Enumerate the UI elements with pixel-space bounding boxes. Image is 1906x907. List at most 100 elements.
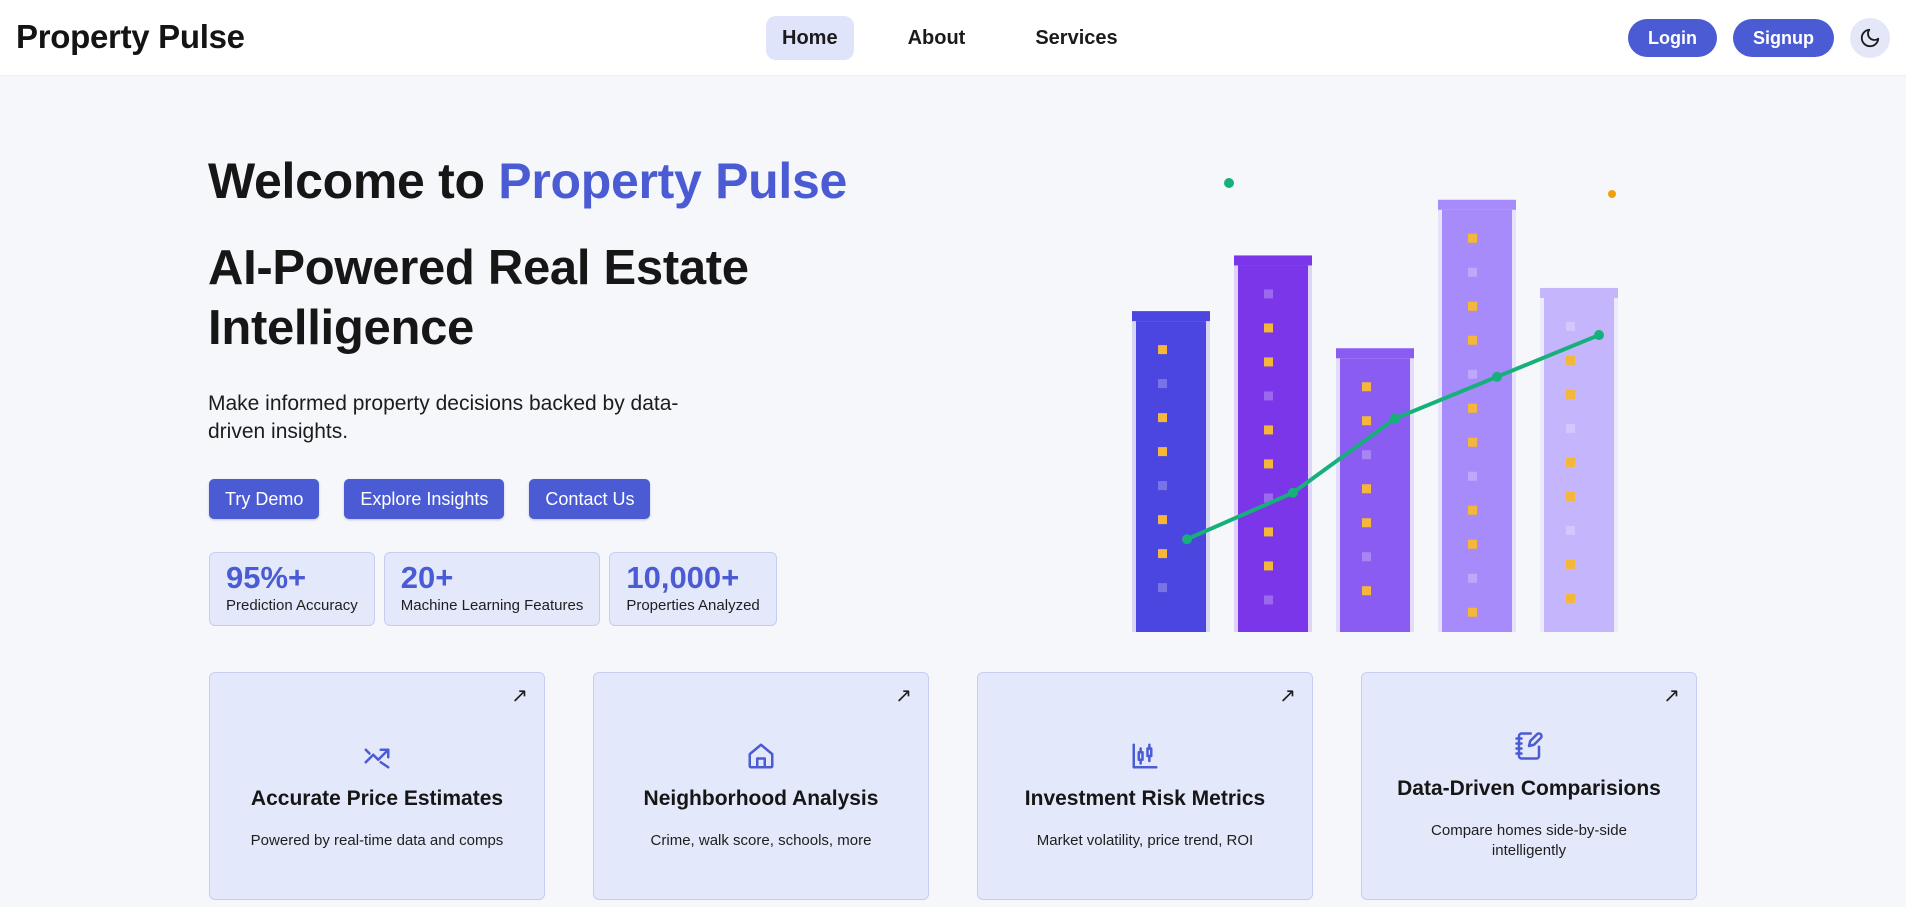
explore-insights-button[interactable]: Explore Insights [344,479,505,519]
feature-desc: Crime, walk score, schools, more [650,832,872,849]
nav-home[interactable]: Home [766,16,854,60]
arrow-up-right-icon: ↗ [895,685,912,707]
stats-row: 95%+ Prediction Accuracy 20+ Machine Lea… [209,552,777,626]
building-window [1158,549,1167,559]
building-window [1158,447,1167,457]
feature-desc: Compare homes side-by-side intelligently [1431,822,1627,859]
trend-up-icon [364,748,390,769]
stat-label: Prediction Accuracy [226,597,358,614]
arrow-up-right-icon: ↗ [511,685,528,707]
building-window [1468,437,1477,447]
building-window [1158,413,1167,423]
notebook-pen-icon [1515,732,1543,760]
building-window [1468,471,1477,481]
building-window [1566,525,1575,535]
building-roof [1132,311,1210,322]
trend-point [1390,413,1400,424]
building-window [1264,357,1273,367]
stat-value: 95%+ [226,560,307,595]
feature-title: Accurate Price Estimates [250,787,504,810]
building-bar [1544,297,1614,632]
building-window [1468,233,1477,243]
nav-links: Home About Services [766,16,1134,60]
building-window [1158,583,1167,593]
building-bar [1340,358,1410,632]
feature-title: Neighborhood Analysis [643,787,879,810]
hero-headline: AI-Powered Real Estate Intelligence [208,241,749,355]
building-window [1362,382,1371,392]
building-roof [1438,199,1516,210]
building-window [1566,559,1575,569]
building-window [1362,586,1371,596]
trend-point [1182,534,1192,545]
building-window [1362,518,1371,528]
try-demo-button[interactable]: Try Demo [209,479,320,519]
stat-card-accuracy: 95%+ Prediction Accuracy [209,552,375,626]
feature-title: Investment Risk Metrics [1024,787,1266,810]
building-window [1566,593,1575,603]
hero-illustration [1132,178,1618,632]
floating-dot [1608,190,1616,198]
building-window [1468,369,1477,379]
building-window [1566,491,1575,501]
floating-dot [1224,178,1234,188]
building-window [1158,379,1167,389]
stat-card-features: 20+ Machine Learning Features [383,552,601,626]
building-window [1158,481,1167,491]
building-window [1264,323,1273,333]
building-roof [1336,348,1414,359]
theme-toggle-button[interactable] [1850,18,1890,58]
stat-value: 20+ [400,560,454,595]
building-roof [1540,287,1618,298]
building-window [1468,301,1477,311]
stat-card-properties: 10,000+ Properties Analyzed [609,552,777,626]
building-window [1362,450,1371,460]
feature-cards: ↗ Accurate Price Estimates Powered by re… [209,672,1697,900]
building-bar [1136,321,1206,632]
arrow-up-right-icon: ↗ [1663,685,1680,707]
feature-desc: Market volatility, price trend, ROI [1036,832,1254,849]
login-button[interactable]: Login [1628,19,1717,57]
building-window [1566,355,1575,365]
building-window [1468,403,1477,413]
stat-label: Properties Analyzed [626,597,760,614]
building-window [1468,505,1477,515]
feature-title: Data-Driven Comparisions [1397,777,1661,800]
building-window [1264,459,1273,469]
building-window [1264,391,1273,401]
top-navbar: Property Pulse Home About Services Login… [0,0,1906,76]
moon-icon [1860,28,1880,48]
trend-point [1492,371,1502,382]
building-window [1468,607,1477,617]
feature-card-neighborhood[interactable]: ↗ Neighborhood Analysis Crime, walk scor… [593,672,929,900]
contact-us-button[interactable]: Contact Us [529,479,651,519]
trend-point [1288,487,1298,498]
auth-actions: Login Signup [1628,18,1890,58]
stat-label: Machine Learning Features [400,597,584,614]
nav-services[interactable]: Services [1019,16,1133,60]
building-window [1264,289,1273,299]
building-window [1468,267,1477,277]
building-window [1566,321,1575,331]
building-bar [1238,265,1308,632]
feature-card-risk[interactable]: ↗ Investment Risk Metrics Market volatil… [977,672,1313,900]
brand-logo[interactable]: Property Pulse [16,18,245,56]
home-icon [748,743,774,769]
building-window [1264,425,1273,435]
building-window [1468,335,1477,345]
building-window [1158,515,1167,525]
welcome-accent: Property Pulse [498,153,847,209]
building-window [1468,539,1477,549]
building-window [1264,561,1273,571]
nav-about[interactable]: About [892,16,982,60]
trend-point [1594,330,1604,341]
building-window [1362,552,1371,562]
arrow-up-right-icon: ↗ [1279,685,1296,707]
feature-card-price[interactable]: ↗ Accurate Price Estimates Powered by re… [209,672,545,900]
signup-button[interactable]: Signup [1733,19,1834,57]
candlestick-chart-icon [1132,743,1158,769]
building-window [1264,527,1273,537]
feature-card-comparisons[interactable]: ↗ Data-Driven Comparisions Compare homes… [1361,672,1697,900]
building-window [1264,595,1273,605]
feature-desc: Powered by real-time data and comps [250,832,504,849]
